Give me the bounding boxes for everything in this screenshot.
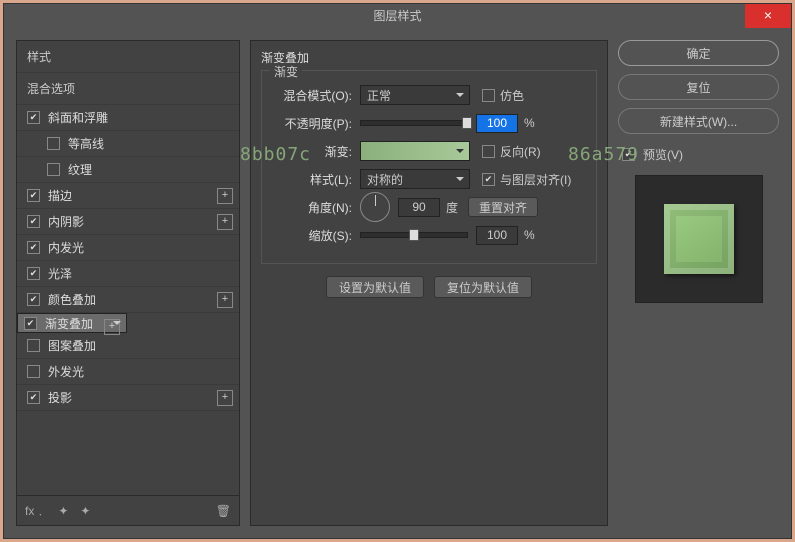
checkbox-icon[interactable] [27,339,40,352]
style-item-gradient-overlay[interactable]: 渐变叠加+ [17,313,127,333]
reset-default-button[interactable]: 复位为默认值 [434,276,532,298]
dither-label: 仿色 [500,87,524,104]
gradient-overlay-settings: 渐变叠加 渐变 混合模式(O): 正常 仿色 不透明度(P): 100 % 渐变… [250,40,608,526]
slider-thumb[interactable] [462,117,472,129]
percent-unit: % [524,228,535,242]
preview-label: 预览(V) [643,146,683,163]
gradient-swatch[interactable] [360,141,470,161]
preview-box [635,175,763,303]
style-item-pattern-overlay[interactable]: 图案叠加 [17,333,239,359]
add-icon[interactable]: + [217,188,233,204]
scale-label: 缩放(S): [270,227,360,244]
fx-icon[interactable]: fx﹒ [25,502,46,519]
up-arrow-icon[interactable]: ✦ [58,504,68,518]
dither-checkbox[interactable] [482,89,495,102]
overlay-code-1: 8bb07c [240,144,311,165]
add-icon[interactable]: + [217,390,233,406]
blend-mode-select[interactable]: 正常 [360,85,470,105]
layer-style-dialog: 图层样式 × 样式 混合选项 斜面和浮雕 等高线 纹理 描边+ 内阴影+ 内发光… [3,3,792,539]
style-item-bevel[interactable]: 斜面和浮雕 [17,105,239,131]
action-panel: 确定 复位 新建样式(W)... 预览(V) [618,40,779,526]
opacity-input[interactable]: 100 [476,114,518,133]
scale-slider[interactable] [360,232,468,238]
style-item-drop-shadow[interactable]: 投影+ [17,385,239,411]
style-item-stroke[interactable]: 描边+ [17,183,239,209]
style-item-contour[interactable]: 等高线 [17,131,239,157]
style-label: 样式(L): [270,171,360,188]
window-title: 图层样式 [373,9,421,23]
align-label: 与图层对齐(I) [500,171,571,188]
blend-options-header[interactable]: 混合选项 [17,73,239,105]
styles-header[interactable]: 样式 [17,41,239,73]
checkbox-icon[interactable] [27,267,40,280]
percent-unit: % [524,116,535,130]
checkbox-icon[interactable] [27,189,40,202]
checkbox-icon[interactable] [27,365,40,378]
style-item-inner-glow[interactable]: 内发光 [17,235,239,261]
checkbox-icon[interactable] [27,215,40,228]
checkbox-icon[interactable] [24,317,37,330]
angle-input[interactable]: 90 [398,198,440,217]
blend-mode-label: 混合模式(O): [270,87,360,104]
style-item-inner-shadow[interactable]: 内阴影+ [17,209,239,235]
checkbox-icon[interactable] [27,391,40,404]
set-default-button[interactable]: 设置为默认值 [326,276,424,298]
overlay-code-2: 86a579 [568,144,639,165]
angle-dial[interactable] [360,192,390,222]
reverse-checkbox[interactable] [482,145,495,158]
checkbox-icon[interactable] [47,137,60,150]
align-checkbox[interactable] [482,173,495,186]
gradient-fieldset: 渐变 混合模式(O): 正常 仿色 不透明度(P): 100 % 渐变: [261,70,597,264]
preview-swatch [664,204,734,274]
reset-button[interactable]: 复位 [618,74,779,100]
style-select[interactable]: 对称的 [360,169,470,189]
ok-button[interactable]: 确定 [618,40,779,66]
opacity-label: 不透明度(P): [270,115,360,132]
degree-unit: 度 [446,199,458,216]
styles-footer: fx﹒ ✦ ✦ 🗑 [17,495,239,525]
checkbox-icon[interactable] [27,111,40,124]
slider-thumb[interactable] [409,229,419,241]
checkbox-icon[interactable] [27,241,40,254]
fieldset-legend: 渐变 [270,63,302,80]
styles-panel: 样式 混合选项 斜面和浮雕 等高线 纹理 描边+ 内阴影+ 内发光 光泽 颜色叠… [16,40,240,526]
add-icon[interactable]: + [217,214,233,230]
new-style-button[interactable]: 新建样式(W)... [618,108,779,134]
style-item-satin[interactable]: 光泽 [17,261,239,287]
reverse-label: 反向(R) [500,143,541,160]
checkbox-icon[interactable] [47,163,60,176]
down-arrow-icon[interactable]: ✦ [80,504,90,518]
section-title: 渐变叠加 [251,49,607,70]
scale-input[interactable]: 100 [476,226,518,245]
angle-label: 角度(N): [270,199,360,216]
add-icon[interactable]: + [217,292,233,308]
style-item-color-overlay[interactable]: 颜色叠加+ [17,287,239,313]
style-item-texture[interactable]: 纹理 [17,157,239,183]
style-item-outer-glow[interactable]: 外发光 [17,359,239,385]
checkbox-icon[interactable] [27,293,40,306]
close-button[interactable]: × [745,4,791,28]
opacity-slider[interactable] [360,120,468,126]
trash-icon[interactable]: 🗑 [216,504,231,518]
reset-align-button[interactable]: 重置对齐 [468,197,538,217]
titlebar[interactable]: 图层样式 × [4,4,791,28]
